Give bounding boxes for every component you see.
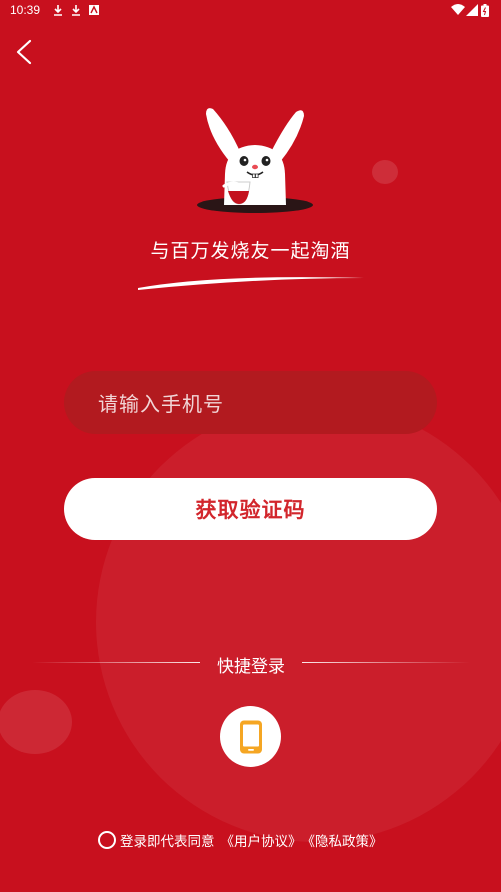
user-agreement-link[interactable]: 《用户协议》: [221, 830, 302, 850]
agreement-checkbox[interactable]: [98, 831, 116, 849]
mobile-phone-icon: [239, 720, 262, 753]
download-icon: [72, 5, 80, 16]
login-screen: 10:39 与百万发烧友一起淘酒 请输入手机号 获取验证码 快捷登录 登录即代表…: [0, 0, 501, 892]
phone-input[interactable]: [96, 371, 441, 436]
battery-icon: [481, 4, 489, 17]
wifi-icon: [451, 4, 465, 15]
slogan: 与百万发烧友一起淘酒: [150, 240, 351, 262]
download-icon: [54, 5, 62, 16]
decorative-circle: [96, 402, 501, 842]
screenshot-icon: [89, 5, 99, 15]
agreement-row: 登录即代表同意 《用户协议》 《隐私政策》: [98, 829, 383, 851]
phone-field: [64, 371, 441, 436]
status-time: 10:39: [10, 3, 41, 17]
privacy-policy-link[interactable]: 《隐私政策》: [302, 830, 383, 850]
back-button[interactable]: [10, 36, 40, 68]
divider-left: [32, 662, 200, 663]
divider-right: [302, 662, 470, 663]
agreement-text: 登录即代表同意: [120, 834, 215, 850]
signal-icon: [466, 4, 478, 16]
rabbit-wine-mascot: [197, 108, 313, 213]
decorative-circle: [0, 690, 72, 754]
decorative-circle: [372, 160, 398, 184]
slogan-underline: [138, 277, 364, 290]
status-bar: 10:39: [0, 0, 501, 22]
phone-login-button[interactable]: [220, 706, 281, 767]
quick-login-title: 快捷登录: [217, 657, 285, 677]
get-code-button[interactable]: 获取验证码: [64, 478, 437, 540]
chevron-left-icon: [16, 39, 32, 65]
